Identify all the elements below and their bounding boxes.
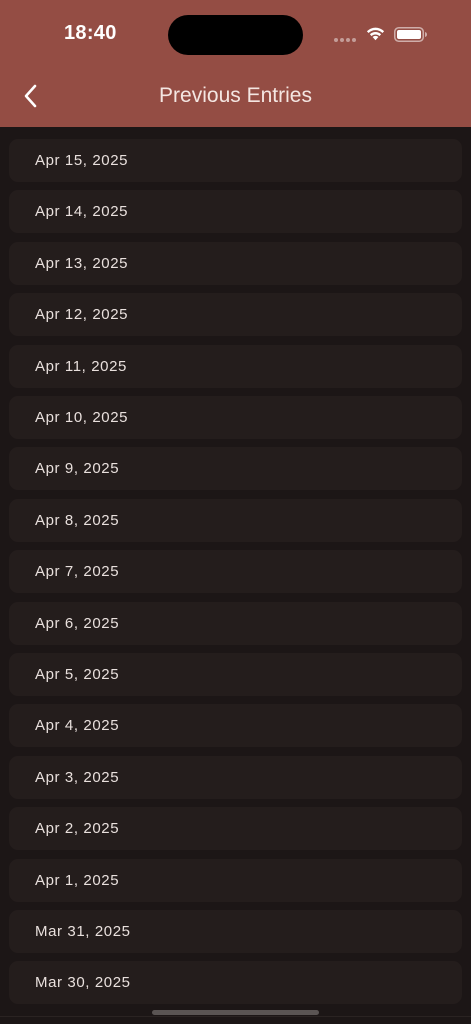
entry-row[interactable]: Apr 7, 2025 <box>9 550 462 593</box>
screen: 18:40 Previous Entries Apr 15, 2025 Apr 1… <box>0 0 471 1024</box>
top-bar: 18:40 Previous Entries <box>0 0 471 127</box>
entry-date-label: Apr 9, 2025 <box>35 460 120 477</box>
entry-row[interactable]: Apr 8, 2025 <box>9 499 462 542</box>
dynamic-island <box>168 15 303 55</box>
battery-icon <box>394 27 427 42</box>
entry-date-label: Apr 4, 2025 <box>35 717 120 734</box>
entry-date-label: Apr 12, 2025 <box>35 306 129 323</box>
entry-row[interactable]: Apr 13, 2025 <box>9 242 462 285</box>
entry-row[interactable]: Apr 3, 2025 <box>9 756 462 799</box>
entry-date-label: Mar 30, 2025 <box>35 974 131 991</box>
entry-date-label: Apr 3, 2025 <box>35 769 120 786</box>
entry-date-label: Apr 1, 2025 <box>35 872 120 889</box>
entry-row[interactable]: Apr 15, 2025 <box>9 139 462 182</box>
entry-row[interactable]: Mar 31, 2025 <box>9 910 462 953</box>
status-time: 18:40 <box>64 22 117 44</box>
entry-row[interactable]: Apr 12, 2025 <box>9 293 462 336</box>
entry-row[interactable]: Apr 5, 2025 <box>9 653 462 696</box>
entry-row[interactable]: Apr 1, 2025 <box>9 859 462 902</box>
entry-row[interactable]: Apr 9, 2025 <box>9 447 462 490</box>
entry-row[interactable]: Apr 14, 2025 <box>9 190 462 233</box>
entry-date-label: Apr 7, 2025 <box>35 563 120 580</box>
entry-date-label: Apr 15, 2025 <box>35 152 129 169</box>
entry-date-label: Apr 6, 2025 <box>35 615 120 632</box>
entry-row[interactable]: Mar 30, 2025 <box>9 961 462 1004</box>
entry-date-label: Apr 10, 2025 <box>35 409 129 426</box>
entry-row[interactable]: Apr 10, 2025 <box>9 396 462 439</box>
signal-dots-icon <box>334 38 358 42</box>
entry-date-label: Apr 5, 2025 <box>35 666 120 683</box>
home-indicator[interactable] <box>152 1010 319 1015</box>
entry-date-label: Apr 13, 2025 <box>35 255 129 272</box>
entry-row[interactable]: Apr 4, 2025 <box>9 704 462 747</box>
entry-date-label: Apr 11, 2025 <box>35 358 127 375</box>
bottom-divider <box>0 1016 471 1017</box>
entry-date-label: Mar 31, 2025 <box>35 923 131 940</box>
entry-date-label: Apr 2, 2025 <box>35 820 120 837</box>
wifi-icon <box>366 27 385 41</box>
entry-date-label: Apr 14, 2025 <box>35 203 129 220</box>
entry-row[interactable]: Apr 6, 2025 <box>9 602 462 645</box>
entry-date-label: Apr 8, 2025 <box>35 512 120 529</box>
entry-row[interactable]: Apr 11, 2025 <box>9 345 462 388</box>
page-title: Previous Entries <box>159 84 312 107</box>
entry-row[interactable]: Apr 2, 2025 <box>9 807 462 850</box>
